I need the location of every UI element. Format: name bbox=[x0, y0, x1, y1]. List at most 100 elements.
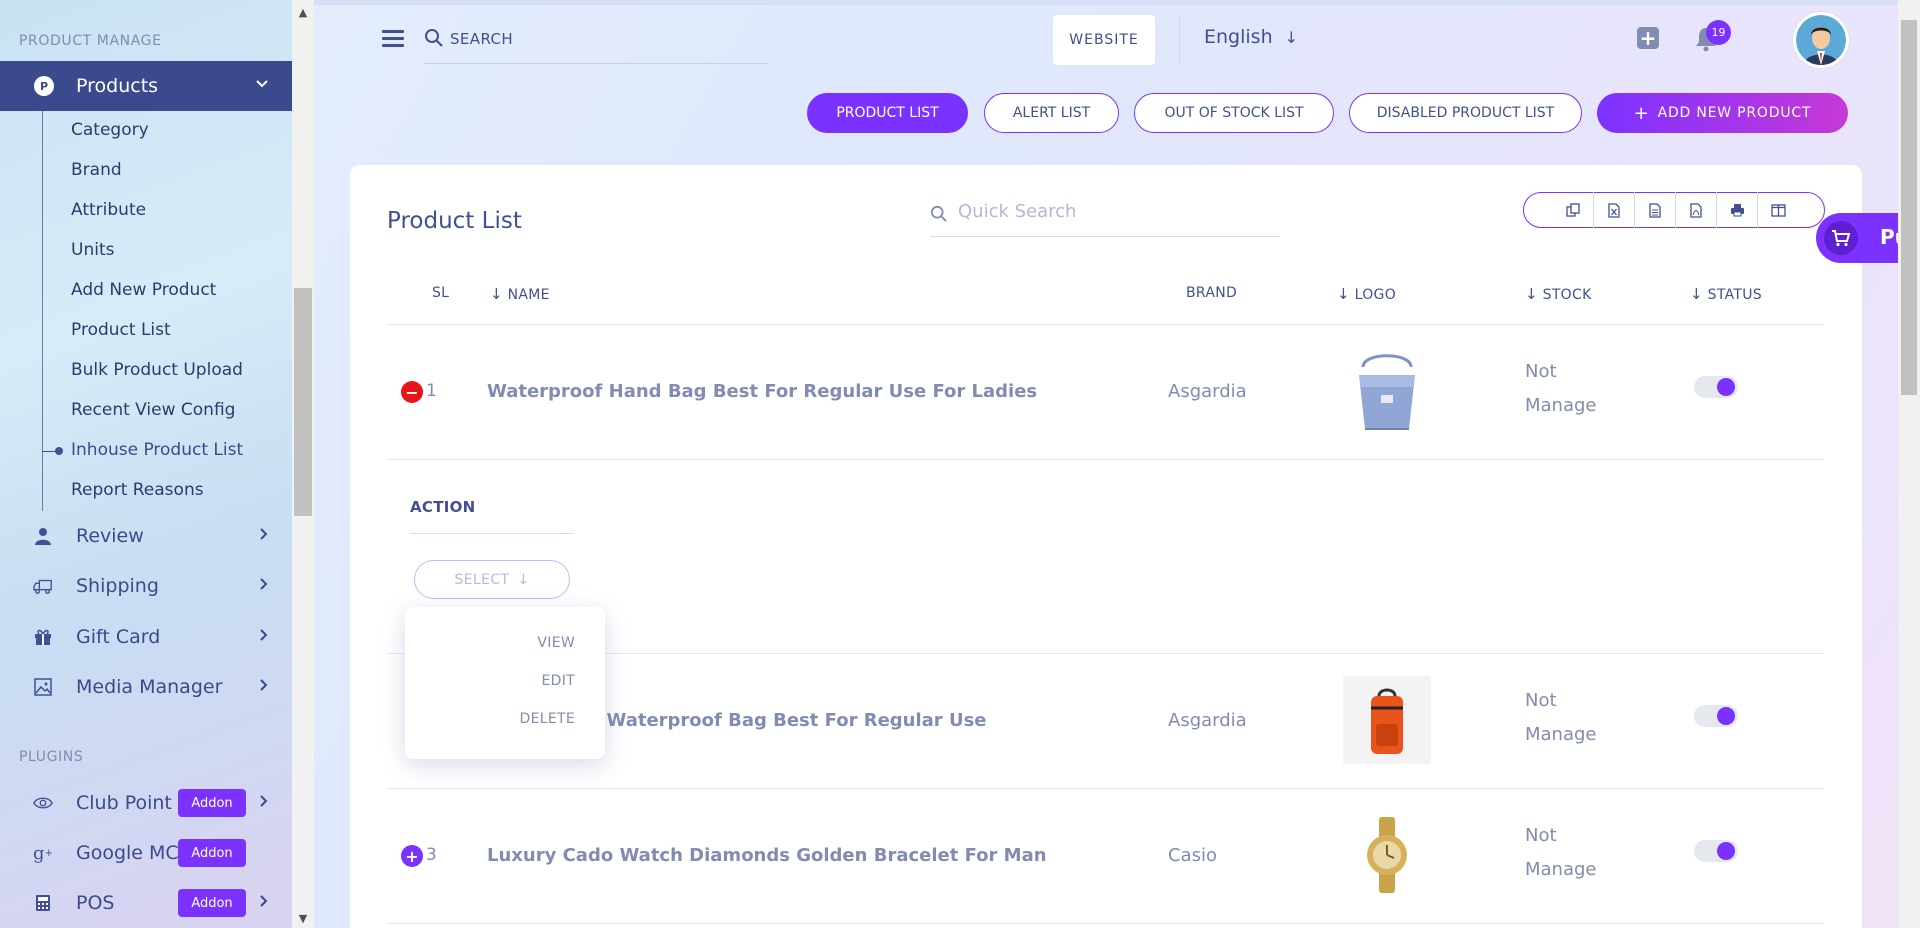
copy-icon[interactable] bbox=[1552, 192, 1593, 228]
sidebar-item-label: Products bbox=[76, 75, 159, 97]
scroll-up-icon[interactable]: ▲ bbox=[292, 4, 314, 22]
column-header-label: STATUS bbox=[1707, 287, 1762, 303]
submenu-item-product-list[interactable]: Product List bbox=[71, 320, 171, 340]
tab-disabled-product-list[interactable]: DISABLED PRODUCT LIST bbox=[1349, 93, 1582, 133]
column-header-brand[interactable]: BRAND bbox=[1186, 285, 1237, 301]
language-select[interactable]: English ↓ bbox=[1204, 26, 1298, 48]
sidebar-item-google-mc[interactable]: g + Google MC Addon bbox=[0, 833, 292, 873]
sidebar-item-label: Shipping bbox=[76, 575, 159, 597]
chevron-right-icon bbox=[260, 629, 268, 645]
quick-search-input[interactable]: Quick Search bbox=[958, 201, 1076, 222]
submenu-active-dot bbox=[55, 447, 63, 455]
collapse-row-icon[interactable]: − bbox=[401, 381, 423, 403]
stock-line2: Manage bbox=[1525, 395, 1597, 416]
columns-icon[interactable] bbox=[1757, 192, 1798, 228]
sidebar-item-shipping[interactable]: Shipping bbox=[0, 566, 292, 606]
dropdown-item-view[interactable]: VIEW bbox=[537, 635, 575, 651]
submenu-item-bulk-product-upload[interactable]: Bulk Product Upload bbox=[71, 360, 243, 380]
csv-icon[interactable] bbox=[1634, 192, 1675, 228]
action-label: ACTION bbox=[410, 498, 476, 516]
header-divider bbox=[387, 324, 1824, 325]
submenu-item-brand[interactable]: Brand bbox=[71, 160, 122, 180]
status-toggle[interactable] bbox=[1694, 840, 1738, 862]
pdf-icon[interactable] bbox=[1675, 192, 1716, 228]
search-input[interactable]: SEARCH bbox=[450, 30, 513, 48]
product-name-link[interactable]: Luxury Cado Watch Diamonds Golden Bracel… bbox=[487, 845, 1047, 866]
row-stock: Not Manage bbox=[1525, 355, 1597, 423]
sidebar-item-media-manager[interactable]: Media Manager bbox=[0, 667, 292, 707]
avatar[interactable] bbox=[1793, 12, 1849, 68]
header-search[interactable]: SEARCH bbox=[424, 22, 768, 64]
submenu-item-add-new-product[interactable]: Add New Product bbox=[71, 280, 216, 300]
submenu-item-attribute[interactable]: Attribute bbox=[71, 200, 146, 220]
column-header-logo[interactable]: ↓ LOGO bbox=[1337, 285, 1396, 303]
submenu-item-category[interactable]: Category bbox=[71, 120, 149, 140]
sidebar-item-label: Review bbox=[76, 525, 144, 547]
print-icon[interactable] bbox=[1716, 192, 1757, 228]
column-header-sl[interactable]: SL bbox=[432, 285, 449, 301]
submenu-item-recent-view-config[interactable]: Recent View Config bbox=[71, 400, 235, 420]
status-toggle[interactable] bbox=[1694, 376, 1738, 398]
section-label-product-manage: PRODUCT MANAGE bbox=[19, 33, 162, 49]
product-name-link[interactable]: Waterproof Hand Bag Best For Regular Use… bbox=[487, 381, 1037, 402]
product-name-link[interactable]: e Waterproof Bag Best For Regular Use bbox=[588, 710, 987, 731]
column-header-label: STOCK bbox=[1542, 287, 1592, 303]
action-select-button[interactable]: SELECT ↓ bbox=[414, 560, 570, 599]
sidebar-item-products[interactable]: P Products bbox=[0, 61, 292, 111]
submenu-active-tick bbox=[42, 451, 56, 452]
row-brand: Asgardia bbox=[1168, 710, 1247, 731]
row-divider bbox=[387, 923, 1824, 924]
chevron-right-icon bbox=[260, 895, 268, 911]
status-toggle[interactable] bbox=[1694, 705, 1738, 727]
chevron-right-icon bbox=[260, 679, 268, 695]
tab-out-of-stock-list[interactable]: OUT OF STOCK LIST bbox=[1134, 93, 1334, 133]
action-dropdown-menu: VIEW EDIT DELETE bbox=[405, 607, 605, 759]
dropdown-item-delete[interactable]: DELETE bbox=[520, 711, 575, 727]
sidebar-item-label: Club Point bbox=[76, 792, 172, 814]
dropdown-item-edit[interactable]: EDIT bbox=[541, 673, 575, 689]
sidebar-scrollbar[interactable]: ▲ ▼ bbox=[292, 0, 314, 928]
main-content: SEARCH WEBSITE English ↓ + 19 PRODUCT LI… bbox=[314, 0, 1898, 928]
cart-icon bbox=[1824, 221, 1858, 255]
row-sl: 3 bbox=[426, 845, 437, 865]
addon-badge: Addon bbox=[178, 839, 246, 867]
sidebar-item-label: Gift Card bbox=[76, 626, 161, 648]
submenu-item-report-reasons[interactable]: Report Reasons bbox=[71, 480, 204, 500]
sidebar-item-club-point[interactable]: Club Point Addon bbox=[0, 783, 292, 823]
arrow-down-icon: ↓ bbox=[1284, 28, 1299, 47]
column-header-name[interactable]: ↓ NAME bbox=[490, 285, 550, 303]
language-value: English bbox=[1204, 26, 1273, 48]
scroll-down-icon[interactable]: ▼ bbox=[292, 910, 314, 928]
products-badge-icon: P bbox=[34, 76, 54, 96]
sidebar-item-label: Google MC bbox=[76, 842, 179, 864]
website-button[interactable]: WEBSITE bbox=[1053, 15, 1155, 65]
page-scrollbar[interactable] bbox=[1898, 0, 1920, 928]
sidebar-item-pos[interactable]: POS Addon bbox=[0, 883, 292, 923]
quick-search[interactable]: Quick Search bbox=[930, 193, 1280, 237]
sort-arrow-icon: ↓ bbox=[1525, 285, 1538, 303]
product-logo-watch bbox=[1343, 811, 1431, 899]
arrow-down-icon: ↓ bbox=[517, 571, 530, 588]
expand-row-icon[interactable]: + bbox=[401, 845, 423, 867]
add-new-product-button[interactable]: + ADD NEW PRODUCT bbox=[1597, 93, 1848, 133]
google-plus-icon: g + bbox=[33, 842, 53, 864]
row-brand: Asgardia bbox=[1168, 381, 1247, 402]
submenu-item-inhouse-product-list[interactable]: Inhouse Product List bbox=[71, 440, 243, 460]
excel-icon[interactable] bbox=[1593, 192, 1634, 228]
add-icon[interactable]: + bbox=[1637, 27, 1659, 49]
sidebar-scroll-thumb[interactable] bbox=[294, 288, 312, 516]
add-new-product-label: ADD NEW PRODUCT bbox=[1657, 105, 1812, 121]
product-logo-handbag bbox=[1343, 347, 1431, 435]
gift-icon bbox=[33, 627, 53, 647]
tab-product-list[interactable]: PRODUCT LIST bbox=[807, 93, 968, 133]
submenu-item-units[interactable]: Units bbox=[71, 240, 114, 260]
sidebar-item-gift-card[interactable]: Gift Card bbox=[0, 617, 292, 657]
eye-icon bbox=[33, 793, 53, 813]
tab-alert-list[interactable]: ALERT LIST bbox=[984, 93, 1119, 133]
sidebar-item-review[interactable]: Review bbox=[0, 516, 292, 556]
hamburger-menu-icon[interactable] bbox=[382, 30, 404, 48]
column-header-status[interactable]: ↓ STATUS bbox=[1690, 285, 1762, 303]
page-scroll-thumb[interactable] bbox=[1901, 20, 1917, 395]
column-header-stock[interactable]: ↓ STOCK bbox=[1525, 285, 1592, 303]
sidebar-item-label: POS bbox=[76, 892, 115, 914]
